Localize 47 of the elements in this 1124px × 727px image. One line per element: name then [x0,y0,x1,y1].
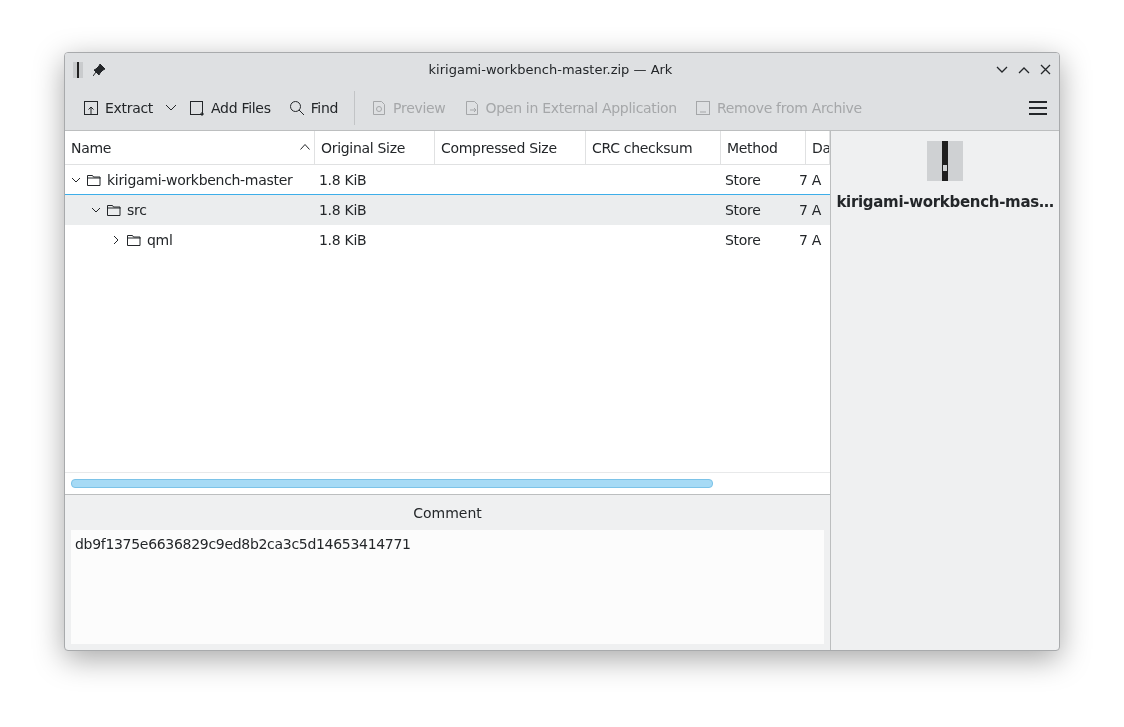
close-icon[interactable] [1040,64,1051,75]
comment-field[interactable]: db9f1375e6636829c9ed8b2ca3c5d14653414771 [71,530,824,644]
window-title: kirigami-workbench-master.zip — Ark [427,62,674,77]
table-row[interactable]: src 1.8 KiB Store 7 A [65,195,830,225]
table-cell-text: Store [724,171,762,188]
zip-file-icon [73,61,83,78]
menu-icon[interactable] [1029,101,1047,115]
chevron-right-icon[interactable] [111,235,121,245]
table-cell-text: 7 A [798,232,823,248]
file-name: kirigami-workbench-master [107,171,293,188]
table-cell-text: 7 A [798,202,823,218]
comment-title: Comment [413,504,482,521]
archive-name: kirigami-workbench-mas… [836,193,1054,211]
dropdown-caret-icon[interactable] [165,104,178,112]
folder-icon [127,234,141,246]
table-cell-text: 1.8 KiB [318,202,368,218]
folder-icon [107,204,121,216]
document-arrow-icon [463,100,480,116]
document-preview-icon [371,100,388,116]
column-header[interactable]: CRC checksum [586,131,721,164]
sort-ascending-icon [300,144,310,150]
table-cell-text: Store [724,232,762,248]
column-header[interactable]: Method [721,131,806,164]
column-header[interactable]: Da [806,131,830,164]
file-name: qml [147,232,173,248]
table-cell-text: 1.8 KiB [318,171,368,188]
table-cell-text: 1.8 KiB [318,232,368,248]
minimize-icon[interactable] [996,65,1008,74]
scrollbar-thumb[interactable] [71,479,713,488]
search-icon [288,100,305,116]
maximize-icon[interactable] [1018,65,1030,74]
extract-icon [83,100,99,116]
zip-archive-icon [927,141,963,181]
toolbar-button[interactable]: Add Files [183,96,277,120]
column-header[interactable]: Original Size [315,131,435,164]
table-cell-text: 7 A [798,171,823,188]
pin-icon[interactable] [93,63,105,76]
column-header[interactable]: Compressed Size [435,131,586,164]
toolbar-button[interactable]: Find [282,96,345,120]
column-header[interactable]: Name [65,131,315,164]
add-file-icon [189,100,206,116]
chevron-down-icon[interactable] [91,205,101,215]
table-cell-text: Store [724,202,762,218]
folder-icon [87,173,101,186]
file-name: src [127,202,147,218]
toolbar-button[interactable]: Extract [77,96,160,120]
document-icon [694,100,711,116]
